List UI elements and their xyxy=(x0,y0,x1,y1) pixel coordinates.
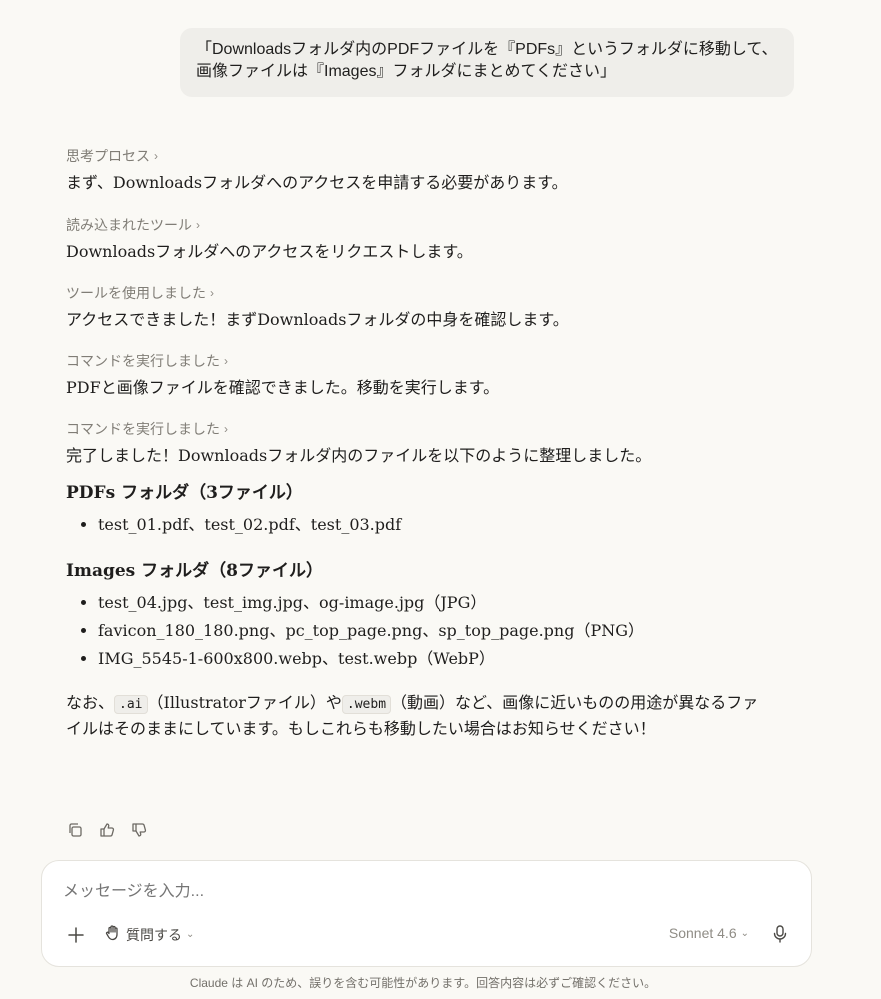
images-heading: Images フォルダ（8ファイル） xyxy=(66,561,323,581)
chevron-down-icon: ⌄ xyxy=(740,927,749,939)
step-label: 読み込まれたツール xyxy=(66,217,192,233)
message-composer: 質問する ⌄ Sonnet 4.6 ⌄ xyxy=(41,860,812,967)
inline-code: .webm xyxy=(341,695,392,714)
list-item: favicon_180_180.png、pc_top_page.png、sp_t… xyxy=(98,617,766,645)
step-text: Downloadsフォルダへのアクセスをリクエストします。 xyxy=(66,242,473,261)
message-input[interactable] xyxy=(63,883,763,901)
note-text: イルはそのままにしています。もしこれらも移動したい場合はお知らせください！ xyxy=(66,719,656,738)
step-text: 完了しました！Downloadsフォルダ内のファイルを以下のように整理しました。 xyxy=(66,446,652,465)
chevron-right-icon: › xyxy=(224,422,228,436)
user-message-line: 画像ファイルは『Images』フォルダにまとめてください」 xyxy=(196,63,616,80)
model-selector[interactable]: Sonnet 4.6 ⌄ xyxy=(669,925,749,941)
step-text: まず、Downloadsフォルダへのアクセスを申請する必要があります。 xyxy=(66,173,568,192)
list-item: test_01.pdf、test_02.pdf、test_03.pdf xyxy=(98,511,766,539)
step-text: PDFと画像ファイルを確認できました。移動を実行します。 xyxy=(66,378,500,397)
copy-icon[interactable] xyxy=(66,821,84,839)
chevron-down-icon: ⌄ xyxy=(186,929,195,940)
chevron-right-icon: › xyxy=(224,354,228,368)
step-label: コマンドを実行しました xyxy=(66,421,220,437)
step-toggle-loaded-tools[interactable]: 読み込まれたツール › xyxy=(66,209,766,241)
chevron-right-icon: › xyxy=(154,149,158,163)
list-item: IMG_5545-1-600x800.webp、test.webp（WebP） xyxy=(98,645,766,673)
step-toggle-tool-used[interactable]: ツールを使用しました › xyxy=(66,277,766,309)
user-message-bubble: 「Downloadsフォルダ内のPDFファイルを『PDFs』というフォルダに移動… xyxy=(180,28,794,97)
step-text: アクセスできました！まずDownloadsフォルダの中身を確認します。 xyxy=(66,310,569,329)
microphone-icon[interactable] xyxy=(771,924,789,944)
thumbs-down-icon[interactable] xyxy=(130,821,148,839)
step-toggle-command-1[interactable]: コマンドを実行しました › xyxy=(66,345,766,377)
closing-note: なお、 .ai （Illustratorファイル）や .webm （動画）など、画像に近… xyxy=(66,691,766,741)
plus-icon[interactable] xyxy=(66,925,86,945)
step-label: コマンドを実行しました xyxy=(66,353,220,369)
thumbs-up-icon[interactable] xyxy=(98,821,116,839)
ask-mode-label: 質問する xyxy=(126,926,182,943)
model-label: Sonnet 4.6 xyxy=(668,925,737,941)
note-text: （動画）など、画像に近いものの用途が異なるファ xyxy=(391,693,759,712)
pdfs-heading: PDFs フォルダ（3ファイル） xyxy=(66,483,303,503)
message-actions xyxy=(66,821,148,839)
note-text: （Illustratorファイル）や xyxy=(147,693,342,712)
user-message-line: 「Downloadsフォルダ内のPDFファイルを『PDFs』というフォルダに移動… xyxy=(196,41,778,58)
step-toggle-thinking[interactable]: 思考プロセス › xyxy=(66,140,766,172)
step-label: ツールを使用しました xyxy=(66,285,206,301)
chevron-right-icon: › xyxy=(210,286,214,300)
chevron-right-icon: › xyxy=(196,218,200,232)
step-toggle-command-2[interactable]: コマンドを実行しました › xyxy=(66,413,766,445)
ask-mode-button[interactable]: 質問する ⌄ xyxy=(104,924,194,945)
inline-code: .ai xyxy=(114,695,148,714)
step-label: 思考プロセス xyxy=(66,148,150,164)
list-item: test_04.jpg、test_img.jpg、og-image.jpg（JP… xyxy=(98,589,766,617)
pdfs-list: test_01.pdf、test_02.pdf、test_03.pdf xyxy=(66,511,766,539)
assistant-response: 思考プロセス › まず、Downloadsフォルダへのアクセスを申請する必要があ… xyxy=(66,140,766,741)
hand-icon xyxy=(104,924,122,945)
images-list: test_04.jpg、test_img.jpg、og-image.jpg（JP… xyxy=(66,589,766,673)
note-text: なお、 xyxy=(66,693,115,712)
disclaimer: Claude は AI のため、誤りを含む可能性があります。回答内容は必ずご確認… xyxy=(189,976,657,990)
